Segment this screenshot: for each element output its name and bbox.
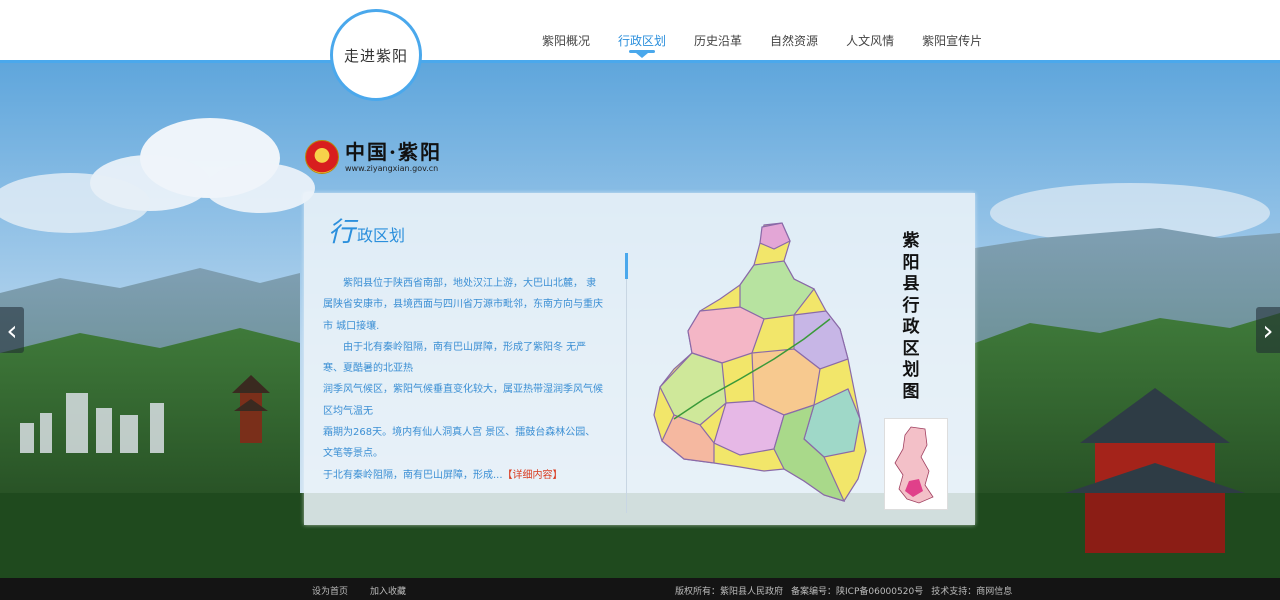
section-title: 行 政区划 bbox=[328, 219, 405, 247]
intro-text: 紫阳县位于陕西省南部，地处汉江上游，大巴山北麓， 隶属陕省安康市，县境西面与四川… bbox=[323, 273, 603, 486]
carousel-prev-button[interactable]: ‹ bbox=[0, 307, 24, 353]
site-logo[interactable]: 走进紫阳 bbox=[330, 9, 422, 101]
nav-item-administrative-division[interactable]: 行政区划 bbox=[604, 32, 680, 58]
read-more-link[interactable]: 【详细内容】 bbox=[503, 470, 563, 481]
paragraph: 于北有秦岭阻隔，南有巴山屏障，形成... bbox=[323, 469, 503, 481]
paragraph: 紫阳县位于陕西省南部，地处汉江上游，大巴山北麓， 隶属陕省安康市，县境西面与四川… bbox=[323, 278, 603, 332]
content-panel: 行 政区划 紫阳县位于陕西省南部，地处汉江上游，大巴山北麓， 隶属陕省安康市，县… bbox=[304, 193, 975, 525]
nav-item-history[interactable]: 历史沿革 bbox=[680, 32, 756, 49]
nav-item-overview[interactable]: 紫阳概况 bbox=[528, 32, 604, 49]
set-homepage-link[interactable]: 设为首页 bbox=[312, 584, 348, 597]
national-emblem-icon bbox=[305, 140, 339, 174]
chevron-right-icon: › bbox=[1262, 313, 1274, 347]
province-map-image bbox=[894, 426, 934, 504]
tech-support-text: 技术支持：商网信息 bbox=[931, 587, 1013, 597]
paragraph: 霜期为268天。境内有仙人洞真人宫 景区、擂鼓台森林公园、文笔等景点。 bbox=[323, 427, 596, 460]
brand-name: 中国·紫阳 bbox=[345, 140, 442, 164]
map-title: 紫阳县行政区划图 bbox=[902, 231, 920, 402]
footer: 设为首页 加入收藏 版权所有：紫阳县人民政府 备案编号：陕ICP备0600052… bbox=[0, 578, 1280, 600]
carousel-next-button[interactable]: › bbox=[1256, 307, 1280, 353]
icp-text: 备案编号：陕ICP备06000520号 bbox=[791, 587, 924, 597]
location-mini-map bbox=[884, 418, 948, 510]
copyright-text: 版权所有：紫阳县人民政府 bbox=[675, 587, 784, 597]
paragraph: 由于北有秦岭阻隔，南有巴山屏障，形成了紫阳冬 无严寒、夏酷暑的北亚热 bbox=[323, 341, 587, 375]
add-favorite-link[interactable]: 加入收藏 bbox=[370, 584, 406, 597]
top-bar-accent-line bbox=[0, 60, 1280, 63]
divider bbox=[626, 255, 627, 513]
nav-item-natural-resources[interactable]: 自然资源 bbox=[756, 32, 832, 49]
divider-accent bbox=[625, 253, 628, 279]
site-brand: 中国·紫阳 www.ziyangxian.gov.cn bbox=[305, 140, 442, 174]
paragraph: 润季风气候区，紫阳气候垂直变化较大，属亚热带湿润季风气候 区均气温无 bbox=[323, 384, 603, 417]
section-title-first-char: 行 bbox=[328, 217, 355, 248]
section-title-rest: 政区划 bbox=[357, 226, 406, 245]
nav-item-culture[interactable]: 人文风情 bbox=[832, 32, 908, 49]
chevron-left-icon: ‹ bbox=[6, 313, 18, 347]
nav-item-promo-video[interactable]: 紫阳宣传片 bbox=[908, 32, 996, 49]
main-nav: 紫阳概况 行政区划 历史沿革 自然资源 人文风情 紫阳宣传片 bbox=[528, 32, 996, 58]
site-logo-text: 走进紫阳 bbox=[343, 46, 408, 65]
brand-url: www.ziyangxian.gov.cn bbox=[345, 164, 439, 173]
county-map-image bbox=[653, 222, 867, 502]
